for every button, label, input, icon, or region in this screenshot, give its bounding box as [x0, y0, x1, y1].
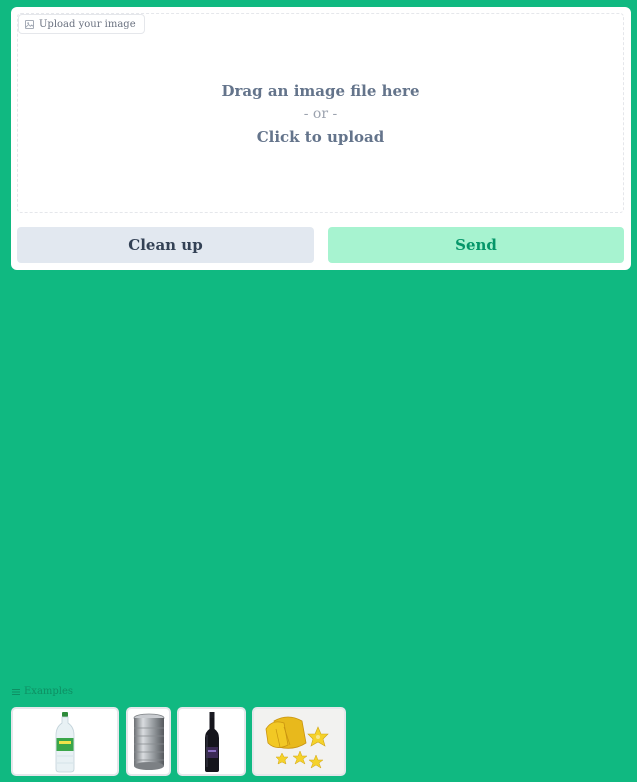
examples-label: Examples	[24, 686, 74, 697]
example-tin-can[interactable]	[126, 707, 171, 776]
drag-text: Drag an image file here	[221, 82, 420, 100]
click-to-upload-text[interactable]: Click to upload	[18, 126, 623, 149]
example-soda-bottle[interactable]	[11, 707, 119, 776]
send-button[interactable]: Send	[328, 227, 624, 263]
image-icon	[25, 19, 34, 29]
clean-up-button[interactable]: Clean up	[17, 227, 314, 263]
drop-instructions: Drag an image file here - or - Click to …	[18, 80, 623, 149]
examples-header: Examples	[12, 686, 73, 697]
upload-panel: Upload your image Drag an image file her…	[11, 7, 631, 270]
upload-label-badge: Upload your image	[18, 14, 145, 34]
example-starfruit[interactable]	[252, 707, 346, 776]
wine-bottle-icon	[204, 711, 219, 772]
starfruit-icon	[265, 716, 329, 769]
list-icon	[12, 688, 20, 695]
tin-can-icon	[133, 713, 164, 770]
soda-bottle-icon	[55, 711, 75, 772]
example-wine-bottle[interactable]	[177, 707, 246, 776]
image-dropzone[interactable]: Upload your image Drag an image file her…	[17, 13, 624, 213]
upload-label-text: Upload your image	[39, 18, 136, 30]
or-text: - or -	[303, 106, 338, 122]
